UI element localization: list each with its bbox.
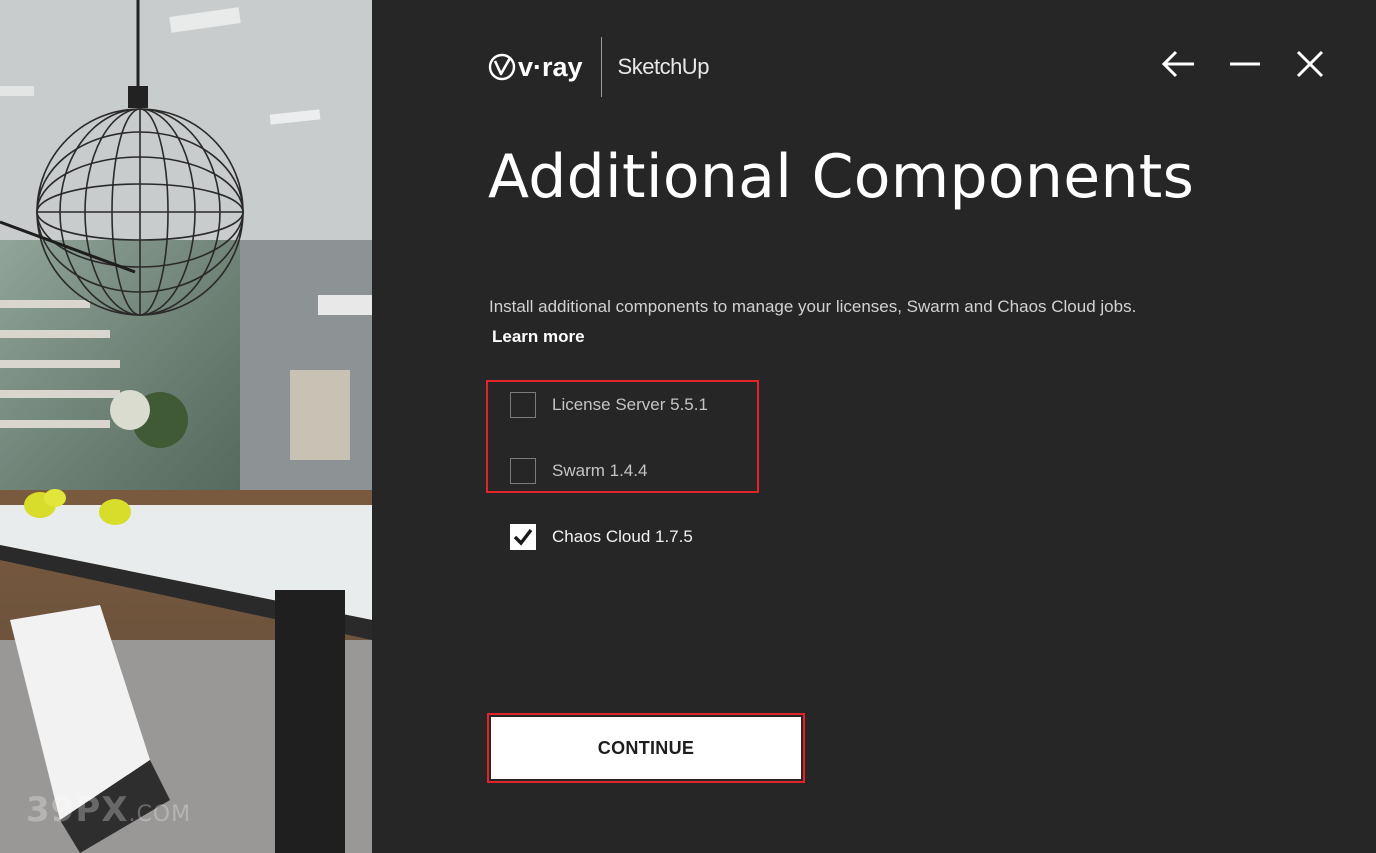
learn-more-link[interactable]: Learn more [492, 327, 585, 347]
vray-logo-text: v·ray [518, 51, 583, 82]
watermark-text: 39PX.COM [26, 790, 192, 830]
component-option-license-server[interactable]: License Server 5.5.1 [510, 392, 708, 418]
component-label: Chaos Cloud 1.7.5 [552, 527, 693, 546]
arrow-left-icon [1161, 50, 1194, 78]
page-description: Install additional components to manage … [489, 297, 1137, 316]
chaos-cloud-checkbox[interactable] [510, 524, 536, 550]
swarm-checkbox[interactable] [510, 458, 536, 484]
vray-logo: v·ray [488, 52, 583, 83]
brand-divider [600, 37, 602, 97]
component-label: Swarm 1.4.4 [552, 461, 648, 480]
license-server-checkbox[interactable] [510, 392, 536, 418]
minus-icon [1230, 62, 1260, 66]
minimize-button[interactable] [1225, 44, 1265, 84]
component-option-chaos-cloud[interactable]: Chaos Cloud 1.7.5 [510, 524, 693, 550]
hero-interior-image: 39PX.COM [0, 0, 372, 853]
component-label: License Server 5.5.1 [552, 395, 708, 414]
continue-button[interactable]: CONTINUE [491, 717, 801, 779]
component-option-swarm[interactable]: Swarm 1.4.4 [510, 458, 647, 484]
vray-v-mark-icon [488, 53, 516, 81]
back-button[interactable] [1158, 44, 1198, 84]
close-button[interactable] [1290, 44, 1330, 84]
close-icon [1296, 50, 1324, 78]
checkmark-icon [513, 528, 533, 546]
host-app-name: SketchUp [617, 54, 710, 79]
page-title: Additional Components [488, 142, 1195, 212]
brand-header: v·ray SketchUp [488, 36, 709, 98]
continue-highlight-outline: CONTINUE [487, 713, 805, 783]
